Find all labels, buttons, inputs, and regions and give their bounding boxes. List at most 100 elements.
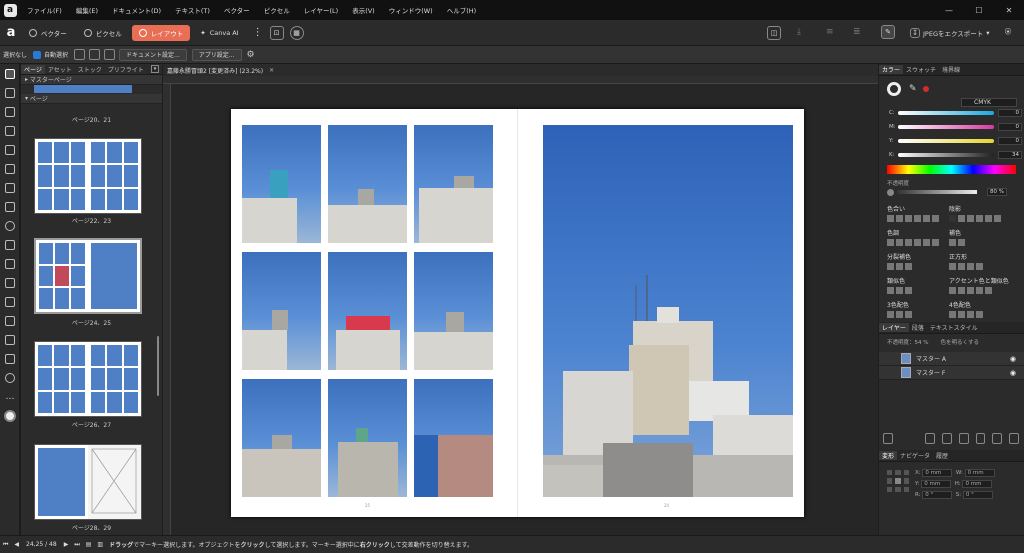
text-frame-tool[interactable] [0, 102, 20, 121]
master-thumb[interactable] [34, 85, 132, 93]
photo-7[interactable] [242, 379, 321, 497]
rectangle-tool[interactable] [0, 178, 20, 197]
frame-icon[interactable]: ◫ [767, 26, 781, 40]
layer-opacity[interactable]: 不透明度：54 % 色を明るくする [887, 338, 979, 346]
page-spread[interactable]: 25 24 [231, 109, 804, 517]
rotate-field[interactable]: 0 ° [922, 491, 953, 499]
zoom-tool[interactable] [0, 368, 20, 387]
tab-assets[interactable]: アセット [45, 65, 75, 74]
menu-file[interactable]: ファイル(F) [20, 5, 69, 15]
spectrum-bar[interactable] [887, 165, 1016, 174]
tab-swatches[interactable]: スウォッチ [903, 65, 939, 74]
more-icon[interactable]: ⋮ [253, 27, 263, 38]
adjust-icon[interactable] [958, 432, 969, 444]
menu-document[interactable]: ドキュメント(D) [105, 5, 168, 15]
master-pages-section[interactable]: ▸ マスターページ [21, 75, 162, 85]
y-field[interactable]: 0 mm [921, 480, 952, 488]
x-field[interactable]: 0 mm [922, 469, 953, 477]
document-settings-button[interactable]: ドキュメント設定... [119, 48, 187, 61]
slider-value[interactable]: 0 [998, 109, 1022, 117]
full-page-photo[interactable] [543, 125, 793, 497]
photo-1[interactable] [242, 125, 321, 243]
tab-navigator[interactable]: ナビゲータ [897, 451, 933, 460]
photo-3[interactable] [414, 125, 493, 243]
affinity-logo-icon[interactable]: a [0, 22, 22, 44]
layer-row[interactable]: マスター F ◉ [879, 366, 1024, 380]
first-page-icon[interactable]: ⏮ [3, 541, 8, 549]
magenta-slider[interactable]: M: 0 [879, 120, 1024, 134]
edit-icon[interactable] [883, 432, 893, 444]
close-tab-icon[interactable]: ✕ [269, 67, 274, 74]
mask-icon[interactable] [942, 432, 952, 444]
vector-crop-tool[interactable] [0, 140, 20, 159]
color-picker-tool[interactable] [0, 292, 20, 311]
menu-edit[interactable]: 編集(E) [69, 5, 105, 15]
app-logo[interactable]: a [0, 0, 20, 20]
auto-select-checkbox[interactable] [33, 50, 42, 59]
slider-value[interactable]: 34 [998, 151, 1022, 159]
blend-mode[interactable]: 色を明るくする [940, 340, 979, 346]
minimize-icon[interactable]: — [934, 0, 964, 20]
tab-layers[interactable]: レイヤー [879, 323, 909, 332]
menu-help[interactable]: ヘルプ(H) [440, 5, 483, 15]
table-tool[interactable] [0, 121, 20, 140]
yellow-slider[interactable]: Y: 0 [879, 134, 1024, 148]
add-layer-icon[interactable] [992, 432, 1003, 444]
node-tool[interactable] [0, 83, 20, 102]
distribute-icon[interactable]: ≣ [853, 27, 861, 37]
cyan-slider[interactable]: C: 0 [879, 106, 1024, 120]
close-icon[interactable]: ✕ [994, 0, 1024, 20]
ellipse-frame-tool[interactable] [0, 216, 20, 235]
tab-stock[interactable]: ストック [75, 65, 105, 74]
menu-pixel[interactable]: ピクセル [257, 5, 297, 15]
horizontal-ruler[interactable] [163, 76, 878, 84]
last-page-icon[interactable]: ⏭ [74, 541, 79, 549]
menu-vector[interactable]: ベクター [217, 5, 257, 15]
tab-pages[interactable]: ページ [21, 64, 45, 74]
maximize-icon[interactable]: ☐ [964, 0, 994, 20]
more-tools[interactable]: … [0, 387, 20, 406]
eyedropper-icon[interactable]: ✎ [909, 84, 917, 94]
tab-stroke[interactable]: 境界線 [939, 65, 963, 74]
page-options-icon[interactable]: ▤ [86, 541, 92, 548]
slider-value[interactable]: 0 [998, 137, 1022, 145]
tab-paragraph[interactable]: 段落 [909, 323, 927, 332]
picture-frame-tool[interactable] [0, 197, 20, 216]
brush-icon[interactable]: ✎ [881, 25, 895, 39]
opacity-value[interactable]: 80 % [987, 188, 1007, 196]
menu-layer[interactable]: レイヤー(L) [297, 5, 346, 15]
account-icon[interactable]: ⍟ [1000, 24, 1016, 40]
menu-view[interactable]: 表示(V) [345, 5, 382, 15]
tab-preflight[interactable]: プリフライト [105, 65, 147, 74]
persona-layout[interactable]: レイアウト [131, 24, 191, 41]
layer-row[interactable]: マスター A ◉ [879, 352, 1024, 366]
photo-5[interactable] [328, 252, 407, 370]
spread-26-27[interactable] [34, 341, 142, 417]
persona-pixel[interactable]: ピクセル [77, 25, 129, 41]
next-page-icon[interactable]: ▶ [64, 541, 69, 548]
slider-value[interactable]: 0 [998, 123, 1022, 131]
width-field[interactable]: 0 mm [964, 469, 995, 477]
spread-24-25[interactable] [34, 238, 142, 314]
export-button[interactable]: ↧ JPEGをエクスポート ▾ [907, 25, 990, 40]
pages-scrollbar[interactable] [157, 336, 159, 396]
eye-icon[interactable]: ◉ [1010, 369, 1016, 377]
page-indicator[interactable]: 24,25 / 48 [26, 541, 57, 548]
tab-transform[interactable]: 変形 [879, 451, 898, 460]
panel-menu-icon[interactable]: ▾ [151, 65, 159, 73]
align-icon[interactable]: ≡ [826, 27, 834, 37]
place-image-tool[interactable] [0, 235, 20, 254]
artboard-tool[interactable] [0, 254, 20, 273]
vertical-ruler[interactable] [163, 84, 171, 535]
photo-2[interactable] [328, 125, 407, 243]
gear-icon[interactable]: ⚙ [247, 50, 255, 60]
tab-text-styles[interactable]: テキストスタイル [927, 323, 981, 332]
prev-page-icon[interactable]: ◀ [14, 541, 19, 548]
photo-8[interactable] [328, 379, 407, 497]
folder-icon[interactable] [975, 432, 986, 444]
fill-swatch[interactable] [887, 82, 901, 96]
document-canvas[interactable]: 25 24 [171, 84, 878, 535]
page-icon[interactable] [104, 49, 116, 60]
persona-vector[interactable]: ベクター [22, 25, 74, 41]
select-icon[interactable] [74, 49, 86, 60]
